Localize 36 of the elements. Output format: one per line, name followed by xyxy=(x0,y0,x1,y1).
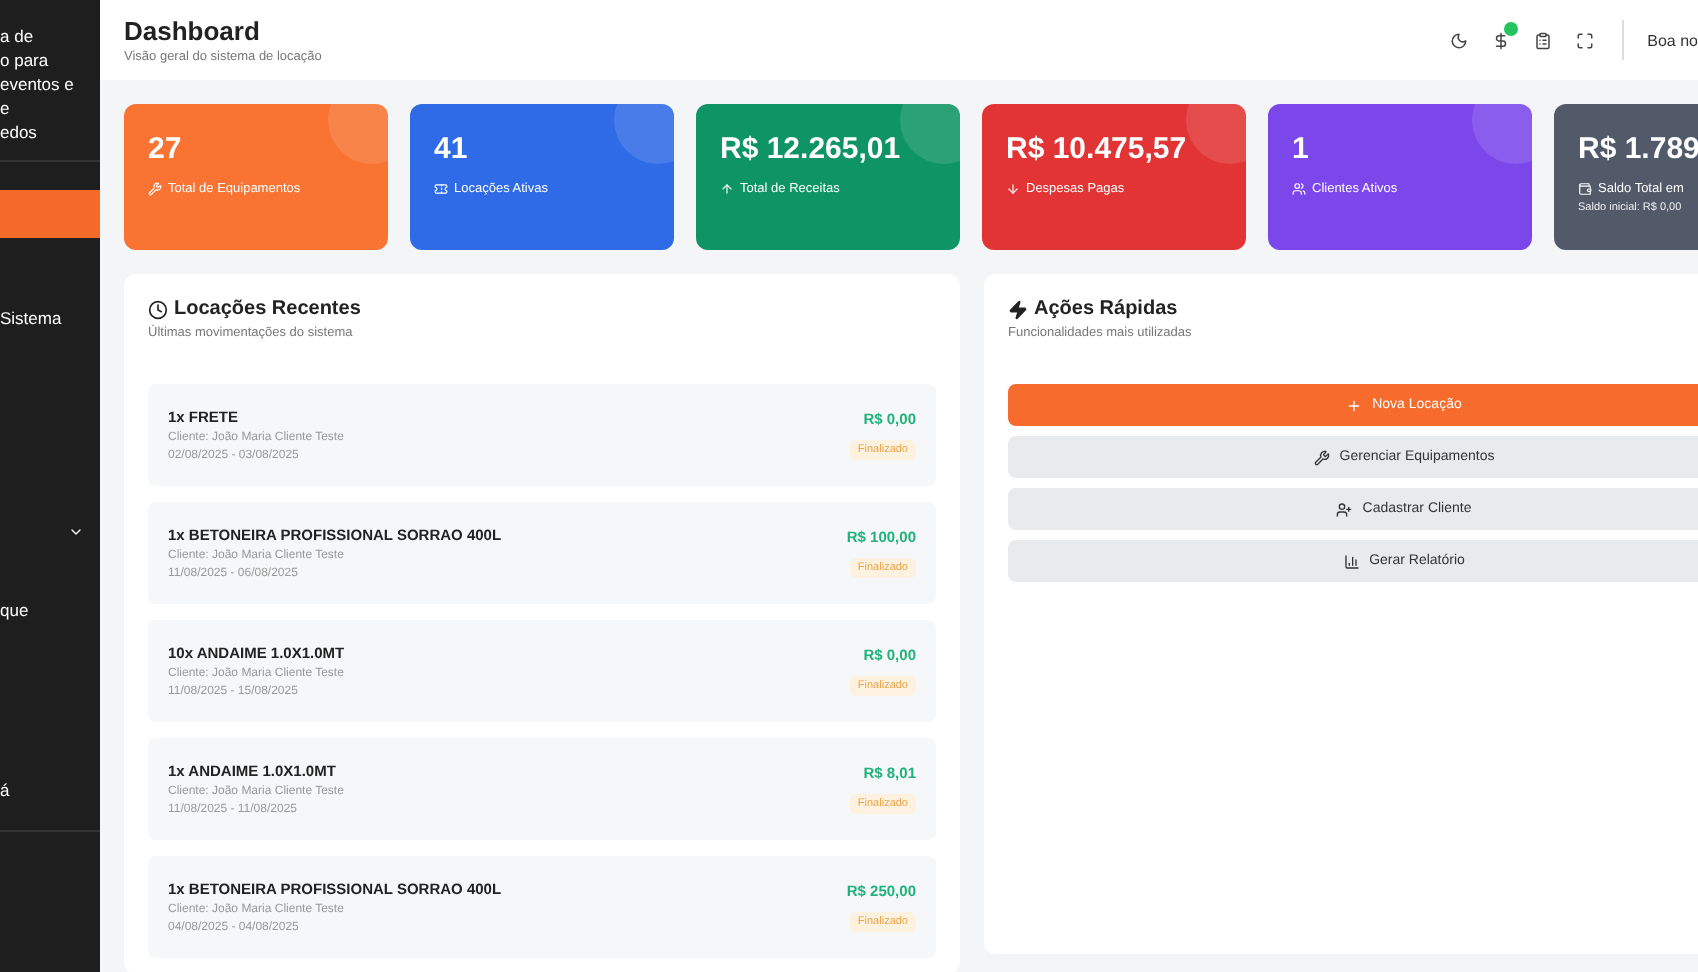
page-title: Dashboard xyxy=(124,16,262,46)
lightning-icon xyxy=(1008,299,1028,319)
brand-description: a de xyxy=(0,24,36,48)
stat-value: 41 xyxy=(434,132,470,166)
notification-dot xyxy=(1503,21,1518,35)
brand-description: e xyxy=(0,96,12,120)
stat-value: 27 xyxy=(148,132,184,166)
arrow-up-icon xyxy=(720,182,734,196)
sidebar-item[interactable]: Sistema xyxy=(0,294,100,342)
stat-value: R$ 10.475,57 xyxy=(1006,132,1189,166)
panel-title: Ações Rápidas xyxy=(1034,298,1178,320)
stat-value: R$ 12.265,01 xyxy=(720,132,903,166)
chart-icon xyxy=(1343,553,1360,569)
wallet-icon xyxy=(1578,182,1592,196)
user-plus-icon xyxy=(1336,501,1353,517)
wrench-icon xyxy=(1313,449,1330,465)
clock-icon xyxy=(148,299,168,319)
fullscreen-icon[interactable] xyxy=(1575,31,1594,49)
plus-icon xyxy=(1346,397,1363,413)
brand-description: o para xyxy=(0,48,51,72)
panel-title: Locações Recentes xyxy=(174,298,361,320)
ticket-icon xyxy=(434,182,448,196)
brand-description: edos xyxy=(0,120,39,144)
stat-value: R$ 1.789 xyxy=(1578,132,1698,166)
sidebar-item[interactable]: á xyxy=(0,766,100,814)
arrow-down-icon xyxy=(1006,182,1020,196)
users-icon xyxy=(1292,182,1306,196)
brand-description: eventos e xyxy=(0,72,76,96)
dollar-icon[interactable] xyxy=(1491,31,1510,49)
moon-icon[interactable] xyxy=(1449,31,1468,49)
stat-value: 1 xyxy=(1292,132,1311,166)
greeting: Boa no xyxy=(1647,31,1698,49)
sidebar-item[interactable]: que xyxy=(0,586,100,634)
wrench-icon xyxy=(148,182,162,196)
clipboard-icon[interactable] xyxy=(1533,31,1552,49)
chevron-icon xyxy=(68,524,84,540)
